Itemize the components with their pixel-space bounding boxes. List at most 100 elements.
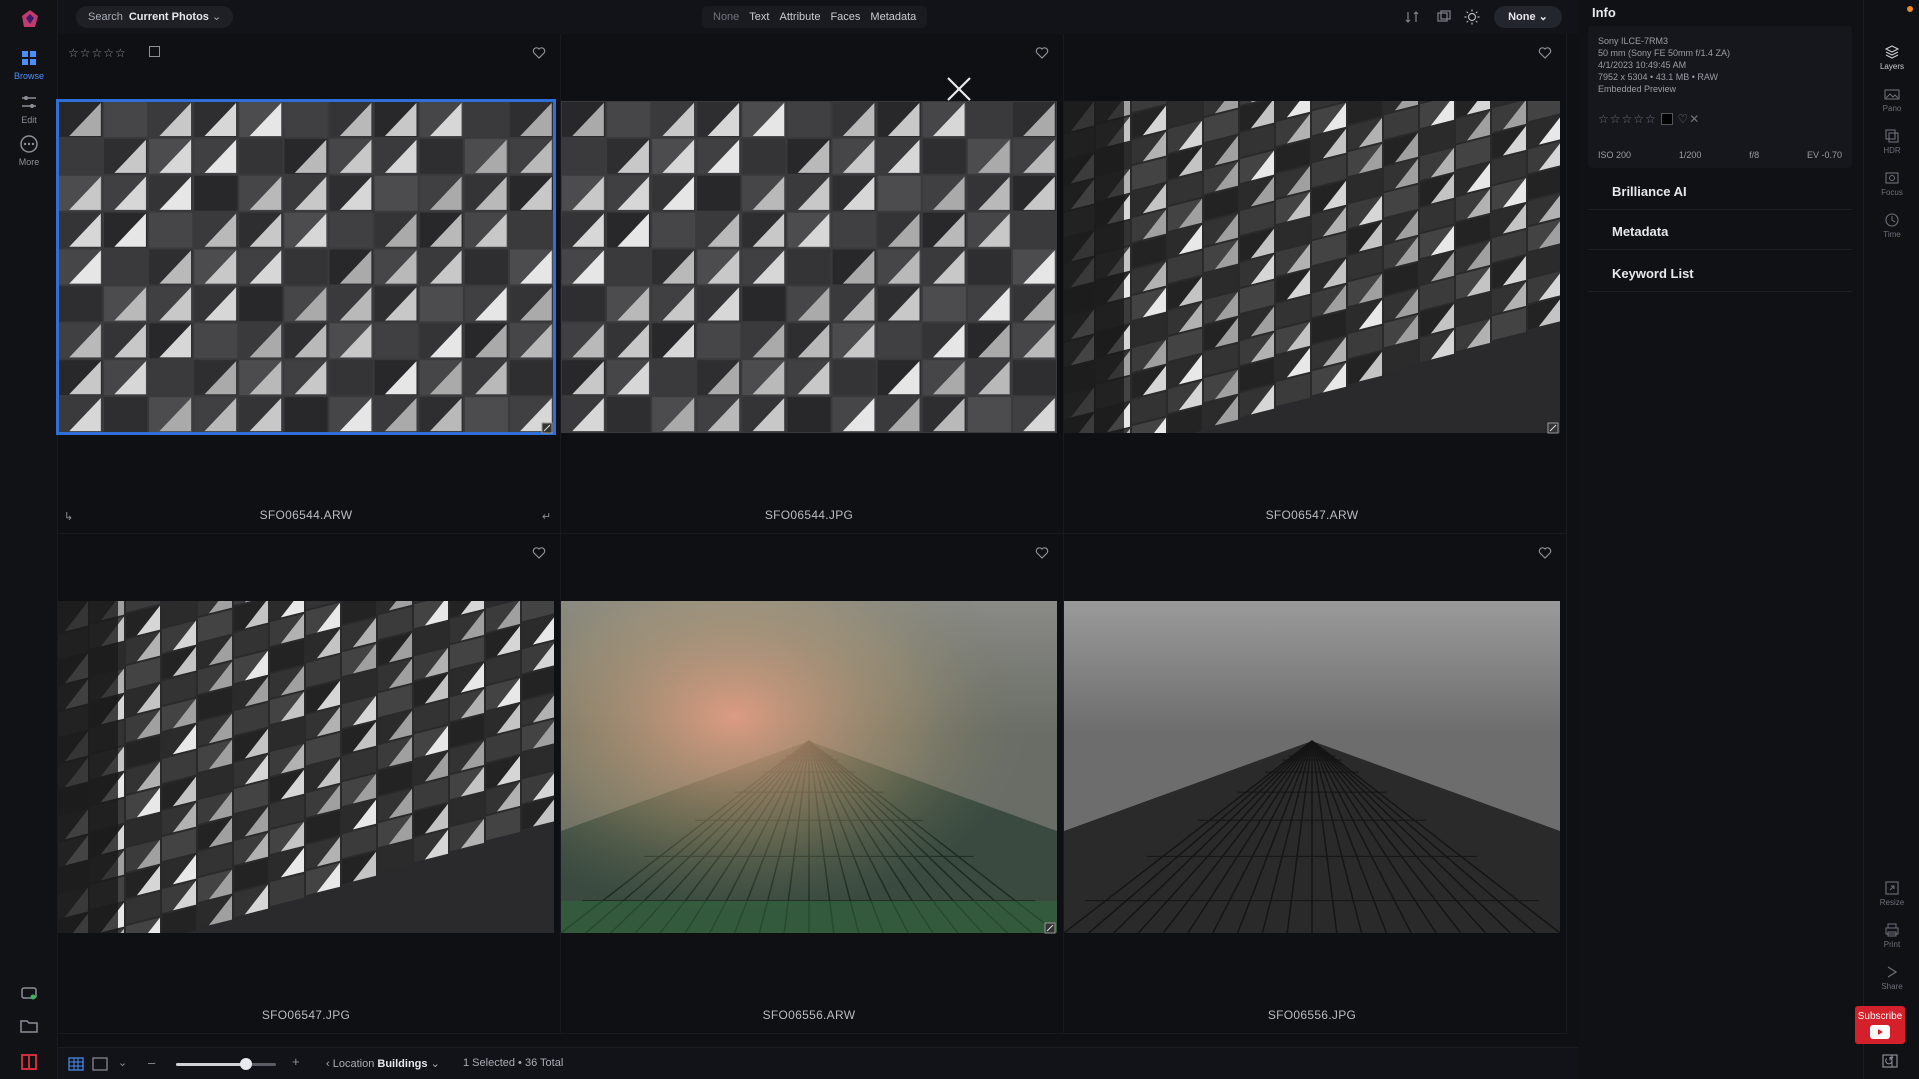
- rail-time[interactable]: Time: [1864, 212, 1919, 239]
- filter-text[interactable]: Text: [744, 11, 774, 23]
- rail-layers[interactable]: Layers: [1864, 44, 1919, 71]
- camera-model: Sony ILCE-7RM3: [1598, 36, 1669, 46]
- lens-info: 50 mm (Sony FE 50mm f/1.4 ZA): [1598, 48, 1731, 58]
- section-metadata[interactable]: Metadata: [1588, 214, 1852, 250]
- app-logo-icon: [22, 10, 38, 27]
- rail-edit[interactable]: Edit: [0, 92, 58, 125]
- filter-attribute[interactable]: Attribute: [774, 11, 825, 23]
- section-brilliance-ai[interactable]: Brilliance AI: [1588, 174, 1852, 210]
- section-keyword-list[interactable]: Keyword List: [1588, 256, 1852, 292]
- zoom-slider[interactable]: [176, 1058, 276, 1070]
- photo-thumbnail[interactable]: [1064, 601, 1560, 933]
- photo-thumbnail[interactable]: [56, 99, 556, 435]
- location-breadcrumb[interactable]: ‹ Location Buildings ⌄: [326, 1057, 440, 1070]
- reject-x-icon[interactable]: ✕: [1689, 112, 1700, 126]
- sidebar-toggle-icon[interactable]: [1882, 1054, 1898, 1068]
- rail-pano-label: Pano: [1882, 104, 1902, 113]
- photo-filename: SFO06547.JPG: [261, 1008, 351, 1022]
- edited-badge-icon: [1044, 922, 1056, 934]
- bottom-bar: ⌄ – + ‹ Location Buildings ⌄ 1 Selected …: [58, 1047, 1578, 1079]
- rail-focus[interactable]: Focus: [1864, 170, 1919, 197]
- zoom-in-icon[interactable]: +: [292, 1054, 300, 1069]
- heart-icon[interactable]: [1035, 46, 1049, 60]
- printer-icon: [1885, 923, 1899, 937]
- photo-cell[interactable]: SFO06556.JPG: [1064, 534, 1567, 1034]
- panel-title: Info: [1592, 5, 1616, 20]
- photo-cell[interactable]: SFO06547.JPG: [58, 534, 561, 1034]
- photo-cell[interactable]: ↳ ↵ SFO06544.ARW: [56, 34, 561, 534]
- chevron-down-icon: ⌄: [430, 1058, 440, 1070]
- rail-more[interactable]: More: [0, 134, 58, 167]
- close-icon[interactable]: [939, 69, 979, 109]
- rail-time-label: Time: [1883, 230, 1901, 239]
- photo-image: [58, 101, 554, 433]
- photo-image: [561, 601, 1057, 933]
- grid-view-icon[interactable]: [68, 1057, 84, 1071]
- photo-image: [58, 601, 554, 933]
- right-rail: Layers Pano HDR Focus Time Resize Print …: [1863, 0, 1919, 1079]
- import-icon[interactable]: [19, 982, 39, 1002]
- zoom-out-icon[interactable]: –: [148, 1055, 155, 1070]
- rail-hdr[interactable]: HDR: [1864, 128, 1919, 155]
- filter-faces[interactable]: Faces: [825, 11, 865, 23]
- heart-icon[interactable]: [1538, 46, 1552, 60]
- filter-segmented-control: None Text Attribute Faces Metadata: [702, 6, 928, 28]
- panel-toggle-icon[interactable]: [19, 1052, 39, 1072]
- layers-icon: [1884, 45, 1900, 59]
- rail-focus-label: Focus: [1881, 188, 1903, 197]
- selection-count: 1 Selected • 36 Total: [463, 1057, 564, 1069]
- rail-browse[interactable]: Browse: [0, 48, 58, 81]
- filter-none[interactable]: None: [708, 11, 744, 23]
- heart-icon[interactable]: [532, 546, 546, 560]
- rail-print[interactable]: Print: [1864, 922, 1919, 949]
- brightness-icon[interactable]: [1464, 9, 1480, 25]
- exif-row: ISO 200 1/200 f/8 EV -0.70: [1598, 150, 1842, 160]
- photo-filename: SFO06544.JPG: [764, 508, 854, 522]
- rail-resize[interactable]: Resize: [1864, 880, 1919, 907]
- capture-datetime: 4/1/2023 10:49:45 AM: [1598, 60, 1687, 70]
- photo-thumbnail[interactable]: [561, 101, 1057, 433]
- photo-thumbnail[interactable]: [561, 601, 1057, 933]
- photo-filename: SFO06544.ARW: [259, 508, 353, 522]
- rail-edit-label: Edit: [21, 115, 37, 125]
- rail-layers-label: Layers: [1879, 62, 1904, 71]
- compare-icon[interactable]: [1436, 9, 1452, 25]
- search-label: Search: [88, 11, 123, 23]
- top-bar: Search Current Photos ⌄ None Text Attribu…: [58, 0, 1578, 34]
- resize-icon: [1885, 881, 1899, 895]
- notification-dot: [1907, 6, 1913, 12]
- preset-dropdown-label: None: [1508, 11, 1536, 23]
- heart-icon[interactable]: [1538, 546, 1552, 560]
- rail-pano[interactable]: Pano: [1864, 86, 1919, 113]
- photo-cell[interactable]: SFO06544.JPG: [561, 34, 1064, 534]
- hdr-icon: [1885, 129, 1899, 143]
- folder-icon[interactable]: [19, 1016, 39, 1036]
- heart-icon[interactable]: ♡: [1677, 112, 1689, 126]
- single-view-icon[interactable]: [92, 1057, 108, 1071]
- rail-print-label: Print: [1883, 940, 1901, 949]
- zoom-slider-knob[interactable]: [240, 1058, 252, 1070]
- exif-ev: EV -0.70: [1806, 150, 1842, 160]
- rating-stars[interactable]: ☆☆☆☆☆: [1598, 112, 1657, 126]
- more-icon: [20, 135, 38, 153]
- heart-icon[interactable]: [532, 46, 546, 60]
- photo-cell[interactable]: SFO06556.ARW: [561, 534, 1064, 1034]
- panorama-icon: [1884, 89, 1900, 100]
- sliders-icon: [22, 96, 36, 108]
- search-scope-button[interactable]: Search Current Photos ⌄: [76, 6, 234, 28]
- photo-thumbnail[interactable]: [58, 601, 554, 933]
- filter-metadata[interactable]: Metadata: [865, 11, 921, 23]
- heart-icon[interactable]: [1035, 546, 1049, 560]
- chevron-left-icon[interactable]: ‹: [326, 1058, 333, 1070]
- view-chevron-icon[interactable]: ⌄: [118, 1056, 127, 1069]
- location-label: Location: [332, 1058, 375, 1070]
- subscribe-button[interactable]: Subscribe: [1855, 1006, 1905, 1044]
- focus-icon: [1885, 172, 1899, 184]
- photo-thumbnail[interactable]: [1064, 101, 1560, 433]
- color-label-swatch[interactable]: [1661, 113, 1674, 125]
- sort-icon[interactable]: [1404, 9, 1420, 25]
- preset-dropdown[interactable]: None ⌄: [1494, 6, 1562, 28]
- rail-share[interactable]: Share: [1864, 964, 1919, 991]
- photo-cell[interactable]: SFO06547.ARW: [1064, 34, 1567, 534]
- chevron-down-icon: ⌄: [211, 11, 222, 23]
